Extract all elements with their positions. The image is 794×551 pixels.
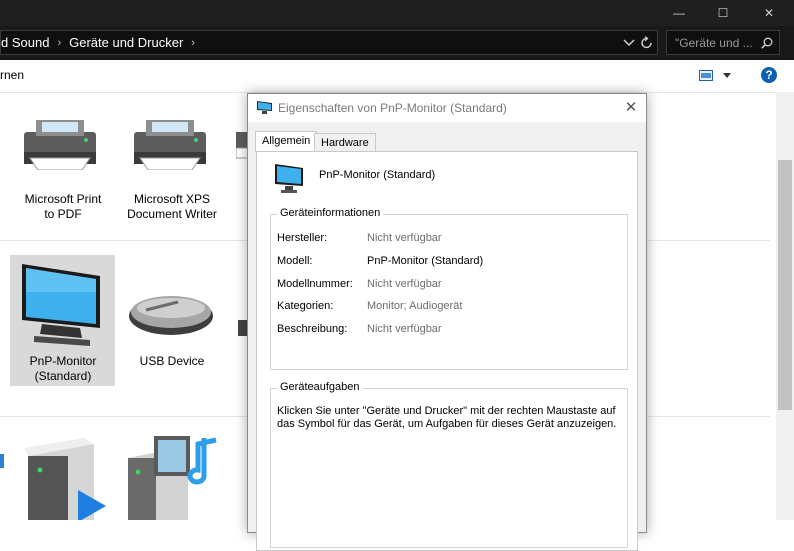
group-label: Geräteaufgaben <box>277 381 363 393</box>
command-remove[interactable]: rnen <box>0 68 24 82</box>
printer-icon <box>134 120 206 170</box>
tab-allgemein[interactable]: Allgemein <box>255 131 318 153</box>
info-label: Hersteller: <box>277 232 328 244</box>
properties-dialog: Eigenschaften von PnP-Monitor (Standard)… <box>247 93 647 551</box>
info-label: Kategorien: <box>277 300 334 312</box>
dialog-close-button[interactable]: ✕ <box>622 99 640 117</box>
monitor-icon <box>275 164 303 193</box>
info-value: Monitor; Audiogerät <box>367 300 463 312</box>
maximize-button[interactable]: ☐ <box>700 0 746 26</box>
device-tasks-group: Geräteaufgaben Klicken Sie unter "Geräte… <box>270 381 628 548</box>
info-value: PnP-Monitor (Standard) <box>367 255 484 267</box>
dialog-title: Eigenschaften von PnP-Monitor (Standard) <box>278 101 507 115</box>
device-label: Microsoft XPS <box>133 192 211 206</box>
breadcrumb-devices-printers[interactable]: Geräte und Drucker <box>69 35 183 50</box>
close-icon: ✕ <box>763 6 775 20</box>
media-device-icon <box>128 436 217 520</box>
view-dropdown-icon[interactable] <box>723 73 731 78</box>
help-button[interactable]: ? <box>761 67 777 83</box>
close-icon: ✕ <box>624 99 638 116</box>
device-label: PnP-Monitor <box>29 354 97 368</box>
dialog-titlebar[interactable]: Eigenschaften von PnP-Monitor (Standard)… <box>248 94 646 122</box>
breadcrumb-chevron-icon[interactable]: › <box>191 37 195 49</box>
info-label: Modellnummer: <box>277 278 353 290</box>
minimize-button[interactable]: — <box>656 0 702 26</box>
device-label: Document Writer <box>127 207 217 221</box>
breadcrumb-sound[interactable]: d Sound <box>1 35 49 50</box>
device-label: (Standard) <box>34 369 92 383</box>
device-label: to PDF <box>44 207 82 221</box>
tab-panel-general: PnP-Monitor (Standard) Geräteinformation… <box>256 151 638 551</box>
info-value: Nicht verfügbar <box>367 232 442 244</box>
search-icon[interactable] <box>761 37 773 49</box>
info-label: Beschreibung: <box>277 323 348 335</box>
printer-icon <box>24 120 96 170</box>
close-button[interactable]: ✕ <box>746 0 792 26</box>
maximize-icon: ☐ <box>717 6 729 20</box>
device-icon <box>0 454 4 468</box>
info-value: Nicht verfügbar <box>367 323 442 335</box>
chevron-down-icon[interactable] <box>623 39 635 47</box>
device-label: USB Device <box>139 354 205 368</box>
address-bar[interactable]: d Sound › Geräte und Drucker › <box>0 30 658 55</box>
info-label: Modell: <box>277 255 313 267</box>
mouse-icon <box>129 296 213 335</box>
tab-hardware[interactable]: Hardware <box>314 133 376 153</box>
scrollbar-thumb[interactable] <box>778 160 792 410</box>
search-placeholder: "Geräte und ... <box>675 36 753 50</box>
tasks-text: Klicken Sie unter "Geräte und Drucker" m… <box>277 405 617 430</box>
monitor-icon <box>22 264 100 346</box>
address-row: d Sound › Geräte und Drucker › "Geräte u… <box>0 26 794 60</box>
view-options-icon[interactable] <box>699 70 713 81</box>
window-titlebar: — ☐ ✕ <box>0 0 794 26</box>
breadcrumb-chevron-icon: › <box>57 36 62 49</box>
info-value: Nicht verfügbar <box>367 278 442 290</box>
drive-icon <box>24 438 106 520</box>
search-input[interactable]: "Geräte und ... <box>666 30 780 55</box>
group-label: Geräteinformationen <box>277 207 384 219</box>
device-label: Microsoft Print <box>24 192 102 206</box>
monitor-icon <box>257 101 272 114</box>
refresh-icon[interactable] <box>640 36 654 50</box>
device-name: PnP-Monitor (Standard) <box>319 169 436 181</box>
minimize-icon: — <box>673 6 685 20</box>
device-info-group: Geräteinformationen Hersteller: Nicht ve… <box>270 207 628 370</box>
command-bar: rnen ? <box>0 60 794 93</box>
